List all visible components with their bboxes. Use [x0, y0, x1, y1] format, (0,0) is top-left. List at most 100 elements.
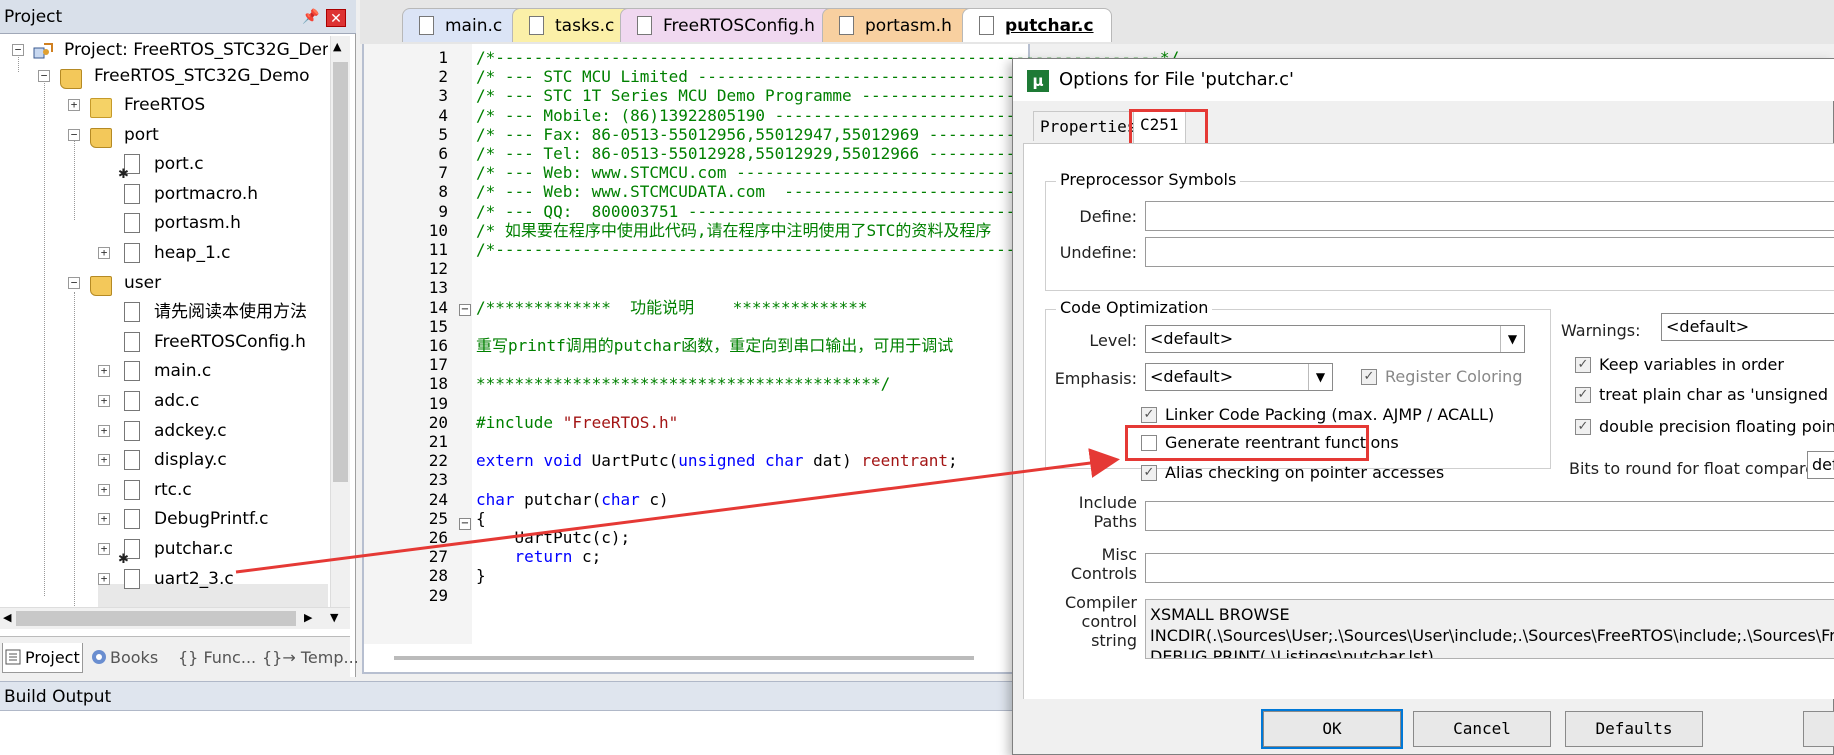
define-label: Define:	[1079, 207, 1137, 226]
project-panel-tabs: Project Books {} Func... {}→ Temp...	[0, 636, 359, 677]
line-number: 24	[428, 489, 448, 509]
chevron-down-icon[interactable]: ▼	[1500, 326, 1524, 352]
line-number: 23	[428, 470, 448, 490]
defaults-button[interactable]: Defaults	[1565, 711, 1703, 747]
code-line: }	[476, 566, 486, 586]
file-icon	[124, 213, 140, 233]
help-button[interactable]	[1803, 711, 1834, 747]
line-number: 18	[428, 374, 448, 394]
define-input[interactable]	[1145, 201, 1834, 231]
scroll-left-icon[interactable]: ◀	[3, 611, 11, 624]
level-select[interactable]: <default> ▼	[1145, 325, 1525, 353]
line-number: 4	[438, 105, 448, 125]
preprocessor-group-title: Preprocessor Symbols	[1056, 170, 1241, 189]
file-icon	[124, 421, 140, 441]
line-number: 1	[438, 48, 448, 67]
tab-putchar-c[interactable]: putchar.c	[962, 8, 1112, 42]
misc-controls-input[interactable]	[1145, 553, 1834, 583]
file-icon	[529, 16, 544, 35]
code-line: ****************************************…	[476, 374, 891, 394]
fold-toggle-icon[interactable]: −	[459, 518, 471, 530]
line-number: 14	[428, 297, 448, 317]
dialog-title-bar: μ Options for File 'putchar.c'	[1013, 59, 1834, 101]
folder-open-icon	[90, 128, 112, 148]
code-line: extern void UartPutc(unsigned char dat) …	[476, 451, 958, 471]
folder-open-icon	[90, 276, 112, 296]
compiler-control-string: XSMALL BROWSE INCDIR(.\Sources\User;.\So…	[1145, 599, 1834, 659]
file-options-icon	[118, 539, 140, 574]
file-icon	[124, 332, 140, 352]
plain-char-unsigned-checkbox[interactable]: ✓treat plain char as 'unsigned char'	[1575, 385, 1834, 407]
file-icon	[124, 184, 140, 204]
scroll-down-icon[interactable]: ▼	[330, 611, 338, 624]
editor-tab-bar: main.c tasks.c FreeRTOSConfig.h portasm.…	[360, 0, 1834, 44]
file-icon	[979, 16, 994, 35]
undefine-label: Undefine:	[1059, 243, 1137, 262]
line-number: 27	[428, 547, 448, 567]
file-options-icon	[118, 154, 140, 189]
project-panel-header: Project 📌 ✕	[0, 0, 356, 34]
tab-properties[interactable]: Properties	[1033, 111, 1144, 141]
misc-controls-label: Misc Controls	[1070, 545, 1137, 583]
emphasis-select[interactable]: <default> ▼	[1145, 363, 1333, 391]
project-tab-icon	[5, 645, 23, 665]
bits-to-round-label: Bits to round for float compare:	[1569, 459, 1821, 478]
line-number: 26	[428, 528, 448, 547]
scrollbar-thumb[interactable]	[333, 62, 348, 482]
fold-toggle-icon[interactable]: −	[459, 304, 471, 316]
keil-app-icon: μ	[1027, 70, 1049, 92]
file-options-dialog: μ Options for File 'putchar.c' Propertie…	[1012, 58, 1834, 755]
file-icon	[124, 450, 140, 470]
chevron-down-icon[interactable]: ▼	[1308, 364, 1332, 390]
line-number: 20	[428, 412, 448, 432]
line-number: 6	[438, 144, 448, 163]
tab-books[interactable]: Books	[90, 643, 158, 673]
tree-vertical-scrollbar[interactable]: ▲	[330, 36, 350, 609]
line-number: 5	[438, 124, 448, 144]
reentrant-annotation	[1125, 425, 1369, 461]
line-number: 28	[428, 566, 448, 586]
ok-button[interactable]: OK	[1263, 711, 1401, 747]
code-editor[interactable]: 1 2 3 4 5 6 7 8 9 10 11 12 13 14 15 16 17 18 19 20 21 22 23 24 2…	[362, 44, 1179, 674]
compiler-control-label: Compiler control string	[1064, 593, 1137, 650]
preprocessor-group: Preprocessor Symbols	[1045, 170, 1834, 291]
line-number: 12	[428, 259, 448, 279]
tab-project[interactable]: Project	[2, 643, 83, 673]
editor-horizontal-scrollbar[interactable]	[394, 656, 974, 660]
tab-templates[interactable]: {}→ Temp...	[262, 643, 359, 673]
code-line: return c;	[514, 547, 602, 567]
line-number-gutter: 1 2 3 4 5 6 7 8 9 10 11 12 13 14 15 16 17 18 19 20 21 22 23 24 2…	[364, 44, 472, 644]
tab-portasm-h[interactable]: portasm.h	[822, 8, 982, 42]
project-icon	[32, 40, 54, 60]
code-line: #include "FreeRTOS.h"	[476, 412, 679, 432]
line-number: 17	[428, 355, 448, 375]
undefine-input[interactable]	[1145, 237, 1834, 267]
project-tree: − Project: FreeRTOS_STC32G_Demo − FreeRT…	[0, 36, 328, 610]
scroll-right-icon[interactable]: ▶	[304, 611, 312, 624]
line-number: 9	[438, 201, 448, 221]
line-number: 11	[428, 240, 448, 259]
emphasis-label: Emphasis:	[1054, 369, 1137, 388]
scroll-up-icon[interactable]: ▲	[333, 40, 341, 53]
warnings-select[interactable]: <default>	[1661, 313, 1834, 341]
tree-horizontal-scrollbar[interactable]: ◀ ▶ ▼	[0, 607, 350, 629]
pin-icon[interactable]: 📌	[302, 9, 319, 25]
line-number: 10	[428, 220, 448, 240]
code-optimization-group-title: Code Optimization	[1056, 298, 1213, 317]
code-line: 重写printf调用的putchar函数，重定向到串口输出，可用于调试	[476, 336, 954, 355]
scrollbar-thumb[interactable]	[16, 611, 296, 626]
line-number: 22	[428, 451, 448, 471]
code-line: {	[476, 508, 486, 528]
warnings-label: Warnings:	[1561, 321, 1641, 340]
bits-to-round-select[interactable]: default	[1807, 451, 1834, 479]
line-number: 13	[428, 278, 448, 298]
project-panel: Project 📌 ✕ − Project: FreeRTOS_STC32G_D…	[0, 0, 359, 677]
folder-icon	[90, 98, 112, 118]
close-icon[interactable]: ✕	[326, 9, 346, 27]
include-paths-label: Include Paths	[1078, 493, 1137, 531]
include-paths-input[interactable]	[1145, 501, 1834, 531]
tab-functions[interactable]: {} Func...	[178, 643, 256, 673]
cancel-button[interactable]: Cancel	[1413, 711, 1551, 747]
c251-tab-annotation	[1129, 109, 1208, 147]
line-number: 8	[438, 182, 448, 202]
